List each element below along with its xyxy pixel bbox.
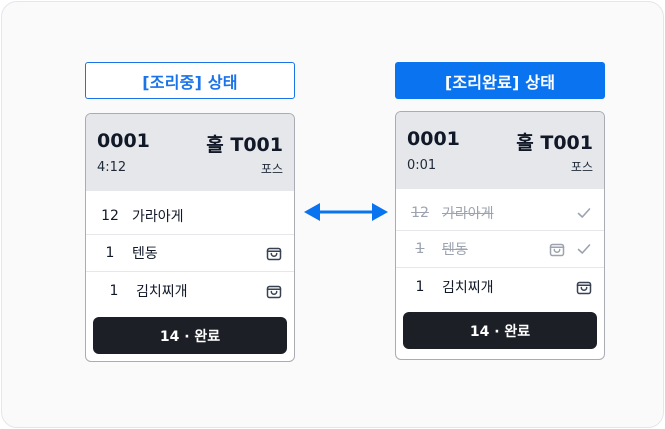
double-arrow-icon <box>304 203 388 221</box>
order-item[interactable]: 1 김치찌개 <box>86 272 294 309</box>
item-name: 김치찌개 <box>136 283 188 300</box>
order-number: 0001 <box>97 130 150 152</box>
item-qty: 1 <box>109 282 119 299</box>
order-item[interactable]: 1 텐동 <box>396 231 604 268</box>
item-qty: 12 <box>411 204 429 221</box>
order-item[interactable]: 12 가라아게 <box>396 189 604 231</box>
diagram-frame: [조리중] 상태 [조리완료] 상태 0001 홀 T001 4:12 포스 1… <box>1 1 664 428</box>
complete-button[interactable]: 14 · 완료 <box>93 317 287 354</box>
order-item[interactable]: 1 텐동 <box>86 235 294 272</box>
order-card-cooking: 0001 홀 T001 4:12 포스 12 가라아게 1 텐동 1 김치찌개 <box>85 113 295 362</box>
item-qty: 1 <box>415 241 425 257</box>
order-source: 포스 <box>260 162 283 176</box>
elapsed-time: 0:01 <box>407 158 437 173</box>
shopping-bag-icon <box>266 285 282 298</box>
table-number: 홀 T001 <box>516 132 593 154</box>
check-icon <box>577 207 591 218</box>
check-icon <box>577 244 591 254</box>
item-name: 텐동 <box>442 242 468 258</box>
shopping-bag-icon <box>549 243 565 257</box>
item-name: 텐동 <box>132 246 158 262</box>
order-number: 0001 <box>407 128 460 150</box>
item-name: 가라아게 <box>442 205 494 222</box>
shopping-bag-icon <box>266 247 282 261</box>
item-qty: 1 <box>105 245 115 261</box>
item-qty: 12 <box>101 207 119 224</box>
order-item[interactable]: 1 김치찌개 <box>396 268 604 305</box>
item-name: 가라아게 <box>132 208 184 225</box>
order-source: 포스 <box>570 160 593 174</box>
order-card-header: 0001 홀 T001 4:12 포스 <box>86 114 294 191</box>
complete-button[interactable]: 14 · 완료 <box>403 312 597 349</box>
cooking-state-label: [조리중] 상태 <box>85 62 295 99</box>
shopping-bag-icon <box>576 281 592 294</box>
elapsed-time: 4:12 <box>97 160 127 175</box>
completed-state-label: [조리완료] 상태 <box>395 62 605 99</box>
table-number: 홀 T001 <box>206 134 283 156</box>
order-item[interactable]: 12 가라아게 <box>86 191 294 235</box>
item-name: 김치찌개 <box>442 279 494 296</box>
order-card-header: 0001 홀 T001 0:01 포스 <box>396 112 604 189</box>
item-qty: 1 <box>415 278 425 295</box>
order-card-completed: 0001 홀 T001 0:01 포스 12 가라아게 1 텐동 1 김치찌개 … <box>395 111 605 360</box>
